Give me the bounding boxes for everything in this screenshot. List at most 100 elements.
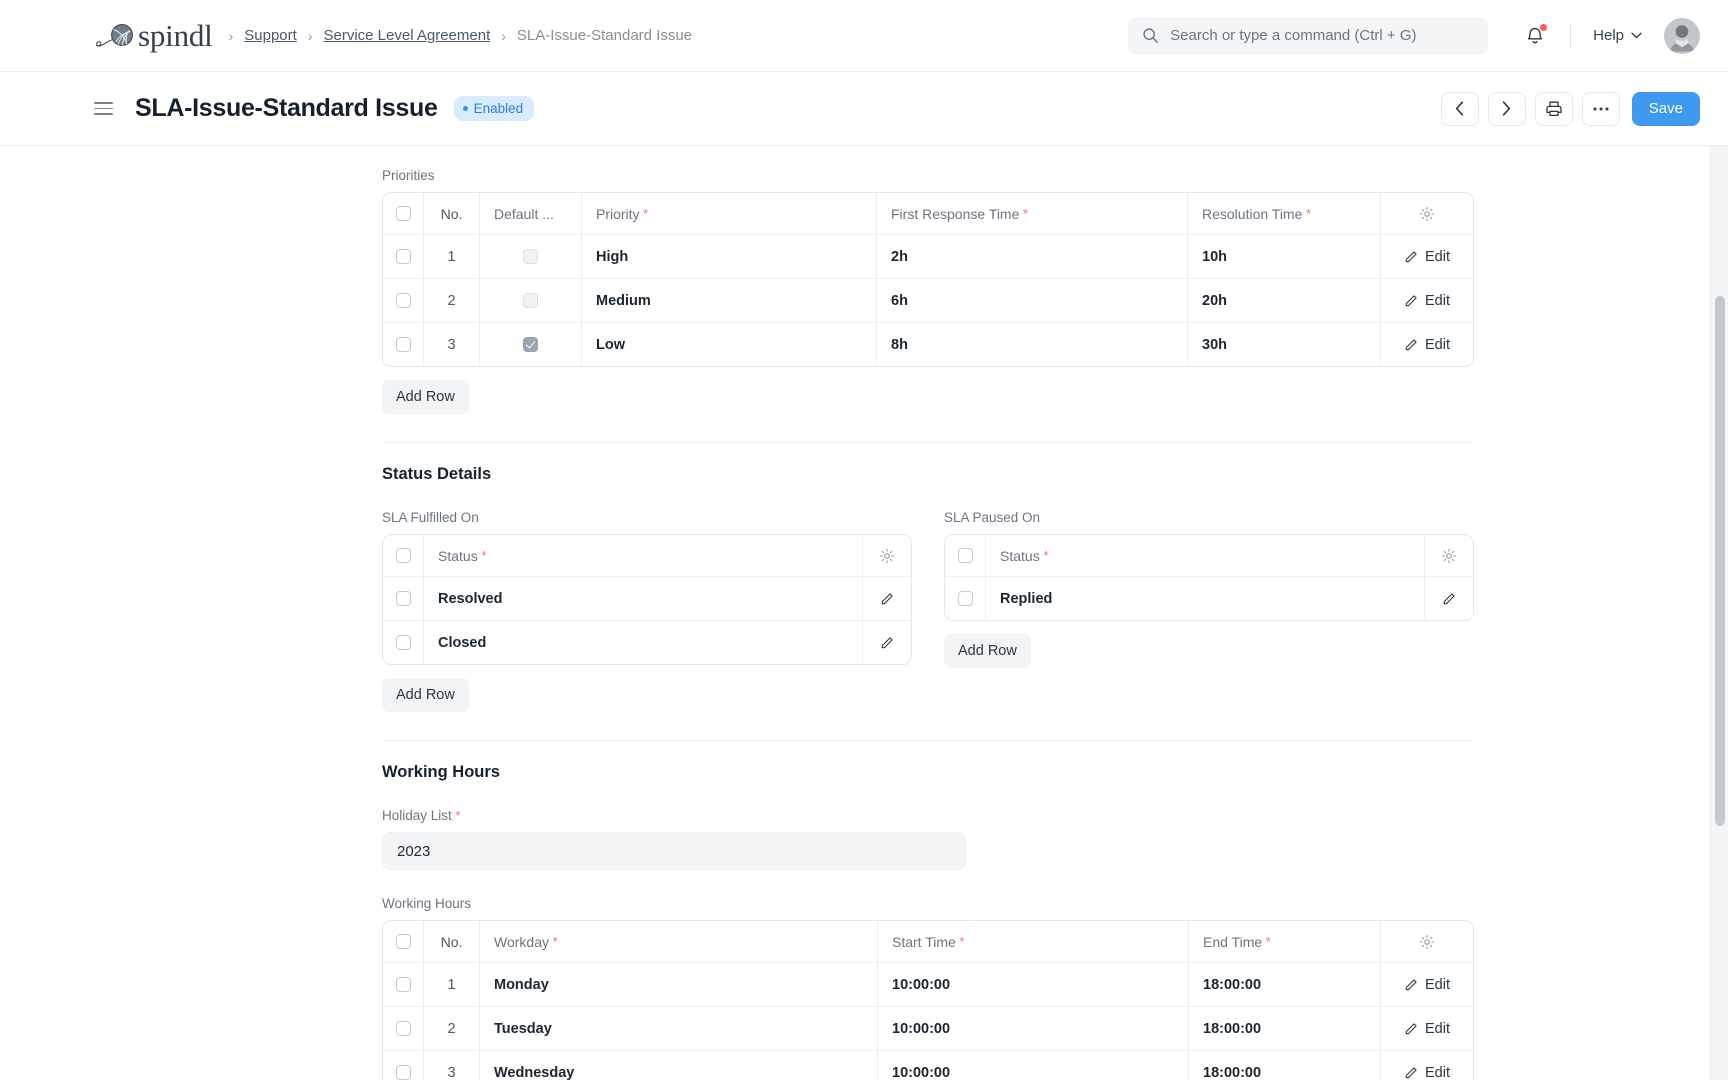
- default-checkbox[interactable]: [523, 293, 538, 308]
- row-checkbox[interactable]: [396, 1021, 411, 1036]
- cell-default-checkbox[interactable]: [480, 279, 582, 322]
- prev-button[interactable]: [1441, 92, 1479, 126]
- select-all-checkbox[interactable]: [396, 206, 411, 221]
- breadcrumb: › Support › Service Level Agreement › SL…: [229, 27, 692, 44]
- select-all-checkbox-cell[interactable]: [945, 535, 986, 576]
- select-all-checkbox[interactable]: [396, 934, 411, 949]
- more-options-button[interactable]: [1582, 92, 1620, 126]
- row-checkbox-cell[interactable]: [383, 235, 424, 278]
- cell-status[interactable]: Resolved: [424, 577, 863, 620]
- scrollbar-thumb[interactable]: [1715, 296, 1725, 826]
- row-checkbox[interactable]: [396, 337, 411, 352]
- cell-start-time[interactable]: 10:00:00: [878, 1007, 1189, 1050]
- status-dot-icon: [463, 106, 468, 111]
- next-button[interactable]: [1488, 92, 1526, 126]
- table-row[interactable]: 1 Monday 10:00:00 18:00:00 Edit: [383, 963, 1473, 1007]
- sla-paused-add-row-button[interactable]: Add Row: [944, 634, 1031, 668]
- breadcrumb-item-service-level-agreement[interactable]: Service Level Agreement: [323, 27, 490, 44]
- row-edit-button[interactable]: Edit: [1381, 235, 1473, 278]
- row-checkbox[interactable]: [396, 977, 411, 992]
- cell-start-time[interactable]: 10:00:00: [878, 963, 1189, 1006]
- search-input[interactable]: Search or type a command (Ctrl + G): [1128, 17, 1488, 55]
- brand-logo[interactable]: spindl: [94, 19, 213, 53]
- holiday-list-field[interactable]: 2023: [382, 832, 966, 870]
- cell-end-time[interactable]: 18:00:00: [1189, 1051, 1381, 1080]
- required-indicator: *: [1040, 548, 1049, 563]
- table-row[interactable]: Closed: [383, 621, 911, 664]
- table-settings-button[interactable]: [1381, 193, 1473, 234]
- cell-resolution-time[interactable]: 20h: [1188, 279, 1381, 322]
- cell-priority[interactable]: Medium: [582, 279, 877, 322]
- notifications-button[interactable]: [1522, 23, 1548, 49]
- help-menu[interactable]: Help: [1593, 27, 1642, 44]
- table-settings-button[interactable]: [1381, 921, 1473, 962]
- row-checkbox-cell[interactable]: [383, 323, 424, 366]
- row-checkbox[interactable]: [396, 293, 411, 308]
- brand-name: spindl: [138, 20, 213, 51]
- default-checkbox[interactable]: [523, 337, 538, 352]
- print-button[interactable]: [1535, 92, 1573, 126]
- avatar[interactable]: [1664, 18, 1700, 54]
- table-row[interactable]: Replied: [945, 577, 1473, 620]
- row-checkbox[interactable]: [396, 1065, 411, 1080]
- cell-status[interactable]: Replied: [986, 577, 1425, 620]
- row-edit-button[interactable]: Edit: [1381, 1007, 1473, 1050]
- table-settings-button[interactable]: [863, 535, 911, 576]
- cell-workday[interactable]: Wednesday: [480, 1051, 878, 1080]
- table-row[interactable]: 2 Tuesday 10:00:00 18:00:00 Edit: [383, 1007, 1473, 1051]
- row-edit-button[interactable]: [863, 577, 911, 620]
- select-all-checkbox-cell[interactable]: [383, 193, 424, 234]
- row-edit-button[interactable]: Edit: [1381, 963, 1473, 1006]
- cell-resolution-time[interactable]: 30h: [1188, 323, 1381, 366]
- table-settings-button[interactable]: [1425, 535, 1473, 576]
- cell-workday[interactable]: Tuesday: [480, 1007, 878, 1050]
- breadcrumb-item-support[interactable]: Support: [244, 27, 297, 44]
- row-edit-button[interactable]: [863, 621, 911, 664]
- hamburger-icon[interactable]: [94, 102, 113, 115]
- table-row[interactable]: 1 High 2h 10h Edit: [383, 235, 1473, 279]
- row-checkbox-cell[interactable]: [383, 279, 424, 322]
- breadcrumb-separator: ›: [229, 29, 234, 43]
- row-edit-button[interactable]: Edit: [1381, 1051, 1473, 1080]
- cell-first-response-time[interactable]: 2h: [877, 235, 1188, 278]
- vertical-scrollbar[interactable]: [1710, 146, 1728, 1080]
- select-all-checkbox[interactable]: [958, 548, 973, 563]
- cell-start-time[interactable]: 10:00:00: [878, 1051, 1189, 1080]
- save-button[interactable]: Save: [1632, 92, 1700, 126]
- default-checkbox[interactable]: [523, 249, 538, 264]
- cell-priority[interactable]: Low: [582, 323, 877, 366]
- row-checkbox-cell[interactable]: [383, 1007, 424, 1050]
- cell-end-time[interactable]: 18:00:00: [1189, 1007, 1381, 1050]
- cell-end-time[interactable]: 18:00:00: [1189, 963, 1381, 1006]
- cell-workday[interactable]: Monday: [480, 963, 878, 1006]
- row-checkbox-cell[interactable]: [383, 1051, 424, 1080]
- row-checkbox-cell[interactable]: [383, 621, 424, 664]
- cell-priority[interactable]: High: [582, 235, 877, 278]
- table-row[interactable]: 3 Low 8h 30h Edit: [383, 323, 1473, 366]
- table-row[interactable]: Resolved: [383, 577, 911, 621]
- cell-default-checkbox[interactable]: [480, 323, 582, 366]
- cell-resolution-time[interactable]: 10h: [1188, 235, 1381, 278]
- row-checkbox[interactable]: [396, 591, 411, 606]
- row-checkbox[interactable]: [396, 635, 411, 650]
- select-all-checkbox[interactable]: [396, 548, 411, 563]
- row-checkbox-cell[interactable]: [383, 577, 424, 620]
- sla-fulfilled-add-row-button[interactable]: Add Row: [382, 678, 469, 712]
- row-checkbox-cell[interactable]: [383, 963, 424, 1006]
- select-all-checkbox-cell[interactable]: [383, 921, 424, 962]
- table-row[interactable]: 2 Medium 6h 20h Edit: [383, 279, 1473, 323]
- row-checkbox[interactable]: [958, 591, 973, 606]
- table-row[interactable]: 3 Wednesday 10:00:00 18:00:00 Edit: [383, 1051, 1473, 1080]
- row-checkbox[interactable]: [396, 249, 411, 264]
- row-checkbox-cell[interactable]: [945, 577, 986, 620]
- cell-first-response-time[interactable]: 8h: [877, 323, 1188, 366]
- breadcrumb-separator: ›: [501, 29, 506, 43]
- row-edit-button[interactable]: Edit: [1381, 279, 1473, 322]
- priorities-add-row-button[interactable]: Add Row: [382, 380, 469, 414]
- cell-default-checkbox[interactable]: [480, 235, 582, 278]
- row-edit-button[interactable]: Edit: [1381, 323, 1473, 366]
- select-all-checkbox-cell[interactable]: [383, 535, 424, 576]
- cell-first-response-time[interactable]: 6h: [877, 279, 1188, 322]
- row-edit-button[interactable]: [1425, 577, 1473, 620]
- cell-status[interactable]: Closed: [424, 621, 863, 664]
